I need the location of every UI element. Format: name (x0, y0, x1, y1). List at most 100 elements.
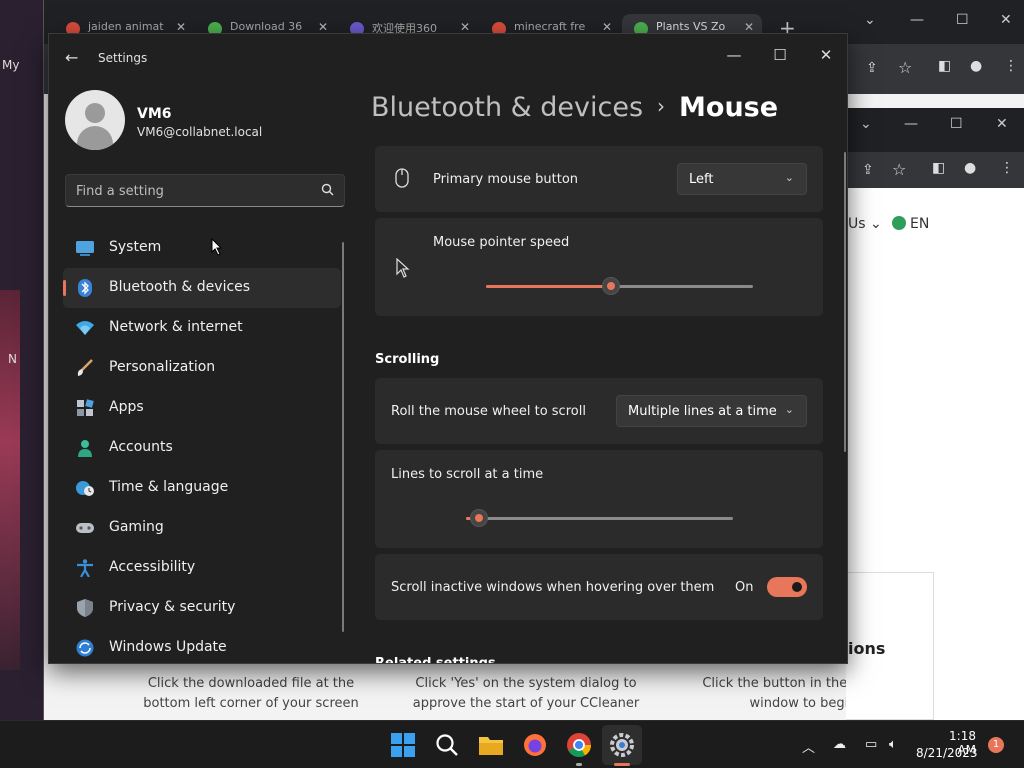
nav-item-bluetooth[interactable]: Bluetooth & devices (63, 268, 341, 308)
network-icon[interactable]: ▭ (865, 737, 877, 752)
mouse-cursor-icon (211, 238, 223, 256)
avatar-body (77, 126, 113, 150)
firefox-icon[interactable] (522, 732, 548, 758)
share-icon[interactable]: ⇪ (866, 60, 878, 76)
nav-item-apps[interactable]: Apps (63, 388, 341, 428)
nav-label: Accessibility (109, 559, 196, 575)
chevron-up-icon[interactable]: ︿ (802, 737, 815, 756)
nav-scrollbar[interactable] (342, 242, 344, 632)
nav-item-gaming[interactable]: Gaming (63, 508, 341, 548)
browser-window-front: ⌄ — ☐ ✕ ⇪ ☆ ◧ ● ⋮ Us ⌄ EN ions (846, 108, 1024, 720)
install-step: Click 'Yes' on the system dialog to appr… (412, 676, 640, 711)
avatar-head (85, 103, 105, 123)
menu-icon[interactable]: ⋮ (1000, 160, 1014, 176)
nav-item-time-language[interactable]: Time & language (63, 468, 341, 508)
settings-gear-icon[interactable] (609, 732, 635, 758)
minimize-icon[interactable]: — (904, 116, 918, 132)
chrome-icon[interactable] (566, 732, 592, 758)
nav-label: Network & internet (109, 319, 243, 335)
chevron-down-icon: ⌄ (784, 403, 794, 416)
nav-item-accessibility[interactable]: Accessibility (63, 548, 341, 588)
settings-window: ← Settings — ☐ ✕ VM6 VM6@collabnet.local… (48, 33, 848, 664)
close-tab-icon[interactable]: ✕ (318, 20, 328, 34)
accessibility-icon (77, 559, 93, 577)
avatar[interactable] (65, 90, 125, 150)
slider-fill (486, 285, 612, 288)
close-icon[interactable]: ✕ (1000, 12, 1012, 28)
minimize-icon[interactable]: — (910, 12, 924, 28)
tab-search-icon[interactable]: ⌄ (864, 12, 876, 28)
close-tab-icon[interactable]: ✕ (602, 20, 612, 34)
running-indicator (576, 763, 582, 766)
profile-icon[interactable]: ● (964, 160, 976, 176)
file-explorer-icon[interactable] (478, 732, 504, 758)
breadcrumb-parent[interactable]: Bluetooth & devices (371, 92, 643, 123)
browser-tab-bar: ⌄ — ☐ ✕ (846, 108, 1024, 152)
start-icon[interactable] (390, 732, 416, 758)
profile-icon[interactable]: ● (970, 58, 982, 74)
search-box[interactable] (65, 174, 345, 207)
bookmark-star-icon[interactable]: ☆ (892, 160, 906, 179)
active-app-indicator (614, 763, 630, 766)
scroll-mode-dropdown[interactable]: Multiple lines at a time ⌄ (616, 395, 807, 427)
language-selector[interactable]: EN (892, 216, 929, 232)
minimize-button[interactable]: — (711, 40, 757, 70)
setting-label: Mouse pointer speed (433, 235, 570, 250)
volume-icon[interactable]: 🔈︎ (889, 737, 897, 752)
search-input[interactable] (76, 181, 316, 201)
apps-icon (77, 399, 94, 416)
close-tab-icon[interactable]: ✕ (176, 20, 186, 34)
bluetooth-icon (78, 279, 92, 297)
desktop-label: N (8, 352, 17, 366)
lines-to-scroll-slider[interactable] (466, 508, 733, 528)
slider-thumb[interactable] (602, 277, 621, 295)
setting-label: Lines to scroll at a time (391, 467, 544, 482)
primary-button-dropdown[interactable]: Left ⌄ (677, 163, 807, 195)
maximize-button[interactable]: ☐ (757, 40, 803, 70)
scroll-inactive-toggle[interactable] (767, 577, 807, 597)
chevron-down-icon: ⌄ (784, 171, 794, 184)
cloud-offline-icon[interactable]: ☁ (833, 737, 846, 752)
nav-item-windows-update[interactable]: Windows Update (63, 628, 341, 663)
user-email: VM6@collabnet.local (137, 125, 263, 139)
nav-label: System (109, 239, 162, 255)
setting-pointer-speed: Mouse pointer speed (375, 218, 823, 316)
nav-label: Personalization (109, 359, 216, 375)
sidebar-icon[interactable]: ◧ (938, 58, 951, 74)
maximize-icon[interactable]: ☐ (956, 12, 969, 28)
nav-item-personalization[interactable]: Personalization (63, 348, 341, 388)
desktop-label: My (2, 58, 20, 72)
setting-label: Primary mouse button (433, 172, 579, 187)
pointer-speed-slider[interactable] (486, 276, 753, 296)
share-icon[interactable]: ⇪ (862, 162, 874, 178)
setting-roll-wheel: Roll the mouse wheel to scroll Multiple … (375, 378, 823, 444)
nav-label: Accounts (109, 439, 173, 455)
back-arrow-icon[interactable]: ← (65, 48, 78, 67)
notification-badge[interactable]: 1 (988, 737, 1004, 753)
menu-icon[interactable]: ⋮ (1004, 58, 1018, 74)
nav-label: Bluetooth & devices (109, 279, 251, 295)
slider-thumb[interactable] (470, 509, 489, 527)
nav-item-network[interactable]: Network & internet (63, 308, 341, 348)
sidebar-icon[interactable]: ◧ (932, 160, 945, 176)
nav-item-privacy[interactable]: Privacy & security (63, 588, 341, 628)
language-link[interactable]: Us ⌄ (848, 216, 882, 232)
clock-date[interactable]: 8/21/2023 (916, 746, 978, 760)
search-icon[interactable] (434, 732, 460, 758)
bookmark-star-icon[interactable]: ☆ (898, 58, 912, 77)
close-tab-icon[interactable]: ✕ (744, 20, 754, 34)
close-icon[interactable]: ✕ (996, 116, 1008, 132)
content-scrollbar[interactable] (844, 152, 846, 452)
tab-search-icon[interactable]: ⌄ (860, 116, 872, 132)
close-tab-icon[interactable]: ✕ (460, 20, 470, 34)
search-icon[interactable] (321, 183, 334, 196)
breadcrumb-separator: › (657, 94, 666, 118)
globe-icon (892, 216, 906, 230)
app-title: Settings (98, 51, 148, 65)
nav-label: Time & language (109, 479, 229, 495)
maximize-icon[interactable]: ☐ (950, 116, 963, 132)
nav-item-accounts[interactable]: Accounts (63, 428, 341, 468)
desktop-wallpaper (0, 290, 20, 670)
nav-item-system[interactable]: System (63, 228, 341, 268)
close-button[interactable]: ✕ (803, 40, 847, 70)
